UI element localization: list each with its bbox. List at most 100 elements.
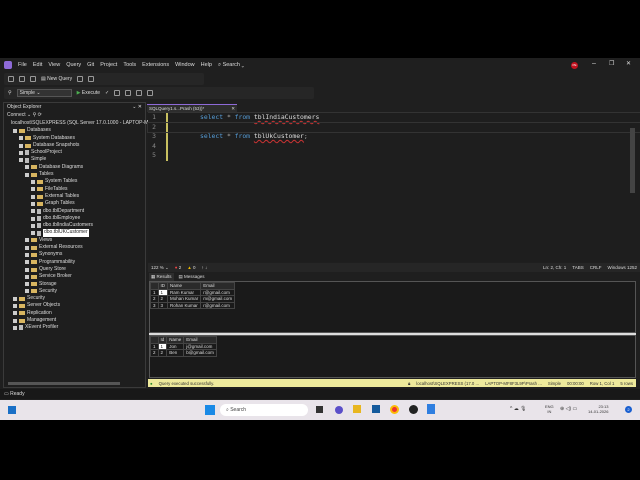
- expand-icon[interactable]: [13, 128, 17, 133]
- chat-icon[interactable]: [335, 406, 343, 414]
- back-icon[interactable]: [8, 76, 14, 82]
- undo-icon[interactable]: [77, 76, 84, 82]
- redo-icon[interactable]: [88, 76, 95, 82]
- new-query-button[interactable]: ▤ New Query: [41, 76, 72, 82]
- expand-icon[interactable]: [25, 282, 29, 287]
- expand-icon[interactable]: [31, 201, 35, 206]
- grid-cell[interactable]: 2: [150, 349, 159, 357]
- parse-icon[interactable]: ✓: [105, 90, 109, 96]
- tree-item[interactable]: Query Store: [7, 266, 145, 273]
- menu-git[interactable]: Git: [87, 62, 94, 68]
- close-panel-icon[interactable]: ⌄ ✕: [132, 104, 142, 110]
- grid-cell[interactable]: 2: [157, 349, 168, 357]
- tree-item[interactable]: Replication: [7, 310, 145, 317]
- grid-cell[interactable]: r@gmail.com: [200, 288, 236, 296]
- tree-item[interactable]: Views: [7, 237, 145, 244]
- close-window-button[interactable]: ✕: [626, 60, 631, 67]
- tree-item[interactable]: Graph Tables: [7, 200, 145, 207]
- expand-icon[interactable]: [19, 150, 23, 155]
- encoding[interactable]: Windows 1252: [607, 265, 637, 270]
- line-ending[interactable]: CRLF: [590, 265, 602, 270]
- menu-extensions[interactable]: Extensions: [142, 62, 169, 68]
- app-icon[interactable]: [409, 405, 418, 414]
- minimize-button[interactable]: –: [592, 60, 596, 67]
- tree-item[interactable]: External Tables: [7, 193, 145, 200]
- language-indicator[interactable]: ENG IN: [545, 404, 554, 414]
- tree-item[interactable]: Synonyms: [7, 251, 145, 258]
- menu-edit[interactable]: Edit: [33, 62, 42, 68]
- expand-icon[interactable]: [31, 187, 35, 192]
- menu-view[interactable]: View: [48, 62, 60, 68]
- expand-icon[interactable]: [25, 245, 29, 250]
- tree-item[interactable]: Tables: [7, 171, 145, 178]
- zoom-select[interactable]: 122 % ⌄: [151, 265, 169, 271]
- task-view-icon[interactable]: [316, 406, 323, 413]
- comment-icon[interactable]: [136, 90, 143, 96]
- new-file-icon[interactable]: [19, 76, 25, 82]
- expand-icon[interactable]: [25, 267, 29, 272]
- tree-item[interactable]: dbo.tblEmployee: [7, 215, 145, 222]
- tree-item[interactable]: Storage: [7, 281, 145, 288]
- tab-messages[interactable]: ▤ Messages: [177, 273, 207, 281]
- maximize-button[interactable]: ❐: [609, 60, 614, 67]
- expand-icon[interactable]: [19, 143, 23, 148]
- results-text-icon[interactable]: [125, 90, 132, 96]
- menu-query[interactable]: Query: [66, 62, 81, 68]
- clock[interactable]: 23:13 14-01-2026: [588, 404, 608, 414]
- expand-icon[interactable]: [13, 325, 17, 330]
- grid-cell[interactable]: 3: [150, 301, 159, 309]
- indent-icon[interactable]: [147, 90, 154, 96]
- expand-icon[interactable]: [31, 216, 35, 221]
- tree-item[interactable]: Server Objects: [7, 302, 145, 309]
- expand-icon[interactable]: [19, 136, 23, 141]
- avatar[interactable]: PE: [571, 62, 578, 69]
- tree-item[interactable]: Security: [7, 295, 145, 302]
- tree-item[interactable]: Databases: [7, 127, 145, 134]
- tree-item[interactable]: dbo.tblUKCustomer: [7, 229, 145, 237]
- tree-item[interactable]: Programmability: [7, 259, 145, 266]
- expand-icon[interactable]: [31, 223, 35, 228]
- expand-icon[interactable]: [19, 158, 23, 163]
- tab-results[interactable]: ▦ Results: [149, 273, 174, 281]
- menu-project[interactable]: Project: [100, 62, 117, 68]
- tree-item[interactable]: dbo.tblDepartment: [7, 208, 145, 215]
- grid-cell[interactable]: 3: [157, 301, 168, 309]
- tree-item[interactable]: Service Broker: [7, 273, 145, 280]
- expand-icon[interactable]: [13, 311, 17, 316]
- store-icon[interactable]: [372, 405, 380, 413]
- menu-file[interactable]: File: [18, 62, 27, 68]
- expand-icon[interactable]: [25, 172, 29, 177]
- query-editor[interactable]: 1 select * from tblIndiaCustomers 2 3 select…: [147, 112, 640, 262]
- expand-icon[interactable]: [31, 231, 35, 236]
- start-icon[interactable]: [205, 405, 215, 415]
- tray-icons[interactable]: ^ ☁ 🎙︎: [510, 406, 526, 412]
- expand-icon[interactable]: [31, 180, 35, 185]
- expand-icon[interactable]: [25, 289, 29, 294]
- expand-icon[interactable]: [31, 194, 35, 199]
- expand-icon[interactable]: [25, 274, 29, 279]
- tree-item[interactable]: FileTables: [7, 186, 145, 193]
- grid-cell[interactable]: Mohan Kumar: [167, 295, 202, 303]
- grid-cell[interactable]: j@gmail.com: [183, 342, 217, 350]
- search-menu[interactable]: ⌕ Search ⌄: [218, 62, 244, 69]
- editor-scrollbar[interactable]: [630, 128, 635, 193]
- save-icon[interactable]: [30, 76, 36, 82]
- horizontal-scrollbar[interactable]: [8, 382, 120, 385]
- execute-button[interactable]: ▶ Execute: [77, 90, 100, 96]
- expand-icon[interactable]: [25, 252, 29, 257]
- notification-badge[interactable]: 2: [625, 406, 632, 413]
- expand-icon[interactable]: [25, 260, 29, 265]
- column-header[interactable]: Name: [166, 336, 185, 344]
- expand-icon[interactable]: [13, 296, 17, 301]
- error-count[interactable]: ● 2: [175, 265, 182, 270]
- tree-item[interactable]: localhost\SQLEXPRESS (SQL Server 17.0.10…: [7, 120, 148, 127]
- tab-query[interactable]: SQLQuery1.s...Prash (53))* ✕: [147, 104, 237, 112]
- connect-button[interactable]: Connect ⌄ ⚲ ⟳: [4, 110, 145, 120]
- taskbar-search[interactable]: ⌕ Search: [220, 404, 308, 416]
- grid-cell[interactable]: Ben: [166, 349, 185, 357]
- tree-item[interactable]: Simple: [7, 156, 145, 163]
- menu-window[interactable]: Window: [175, 62, 195, 68]
- file-explorer-icon[interactable]: [353, 405, 361, 413]
- tree-item[interactable]: SchoolProject: [7, 149, 145, 156]
- grid-cell[interactable]: r@gmail.com: [200, 301, 236, 309]
